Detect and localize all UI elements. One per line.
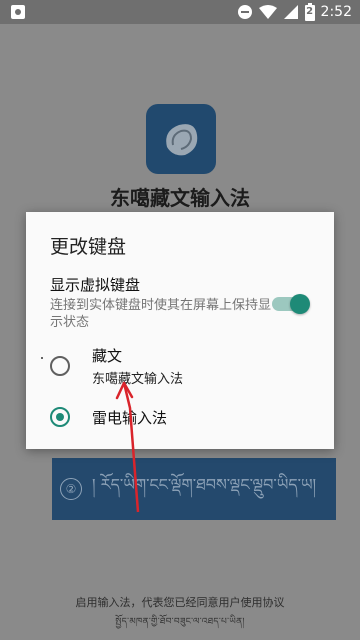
virtual-keyboard-toggle[interactable] <box>272 292 310 314</box>
option-leidian[interactable]: 雷电输入法 <box>50 397 310 437</box>
step-text: ། ཪོད་ཡིག་ངང་ལྡོག་ཐབས་ལྡང་ལྡུབ་ཡིད་ཡ། <box>92 474 317 494</box>
virtual-keyboard-title: 显示虚拟键盘 <box>50 276 141 294</box>
minus-circle-icon <box>237 4 253 20</box>
option-label: 雷电输入法 <box>92 408 168 427</box>
conch-shell-icon <box>159 117 203 161</box>
virtual-keyboard-subtitle: 连接到实体键盘时使其在屏幕上保持显示状态 <box>50 298 272 330</box>
radio-button-tibetan[interactable] <box>50 356 70 376</box>
notification-icon <box>10 4 26 20</box>
dialog-title: 更改键盘 <box>50 236 127 258</box>
virtual-keyboard-setting[interactable]: 显示虚拟键盘 连接到实体键盘时使其在屏幕上保持显示状态 <box>50 274 310 331</box>
option-sublabel: 东噶藏文输入法 <box>92 372 184 387</box>
dot-mark <box>41 357 43 359</box>
step-number: ② <box>60 478 82 500</box>
signal-icon <box>283 4 299 20</box>
enable-step-button[interactable]: ② ། ཪོད་ཡིག་ངང་ལྡོག་ཐབས་ལྡང་ལྡུབ་ཡིད་ཡ། <box>52 458 336 520</box>
battery-level: 2 <box>306 6 314 17</box>
app-title: 东噶藏文输入法 <box>110 186 250 210</box>
wifi-icon <box>258 4 277 20</box>
agreement-text[interactable]: 启用输入法，代表您已经同意用户使用协议 <box>0 594 360 610</box>
clock: 2:52 <box>320 4 352 20</box>
change-keyboard-dialog: 更改键盘 显示虚拟键盘 连接到实体键盘时使其在屏幕上保持显示状态 藏文 东噶藏文… <box>26 212 334 449</box>
battery-icon: 2 <box>304 3 315 21</box>
status-icons: 2 2:52 <box>237 0 352 24</box>
agreement-text-tibetan: སྤྱོད་མཁན་གྱི་ཐོབ་བཟུང་ལ་འཐད་པ་ཡིན། <box>115 617 245 627</box>
radio-button-leidian[interactable] <box>50 407 70 427</box>
app-logo <box>146 104 216 174</box>
option-label: 藏文 <box>92 347 123 365</box>
toggle-thumb <box>290 294 310 314</box>
status-bar: 2 2:52 <box>0 0 360 24</box>
option-tibetan[interactable]: 藏文 东噶藏文输入法 <box>50 346 310 387</box>
